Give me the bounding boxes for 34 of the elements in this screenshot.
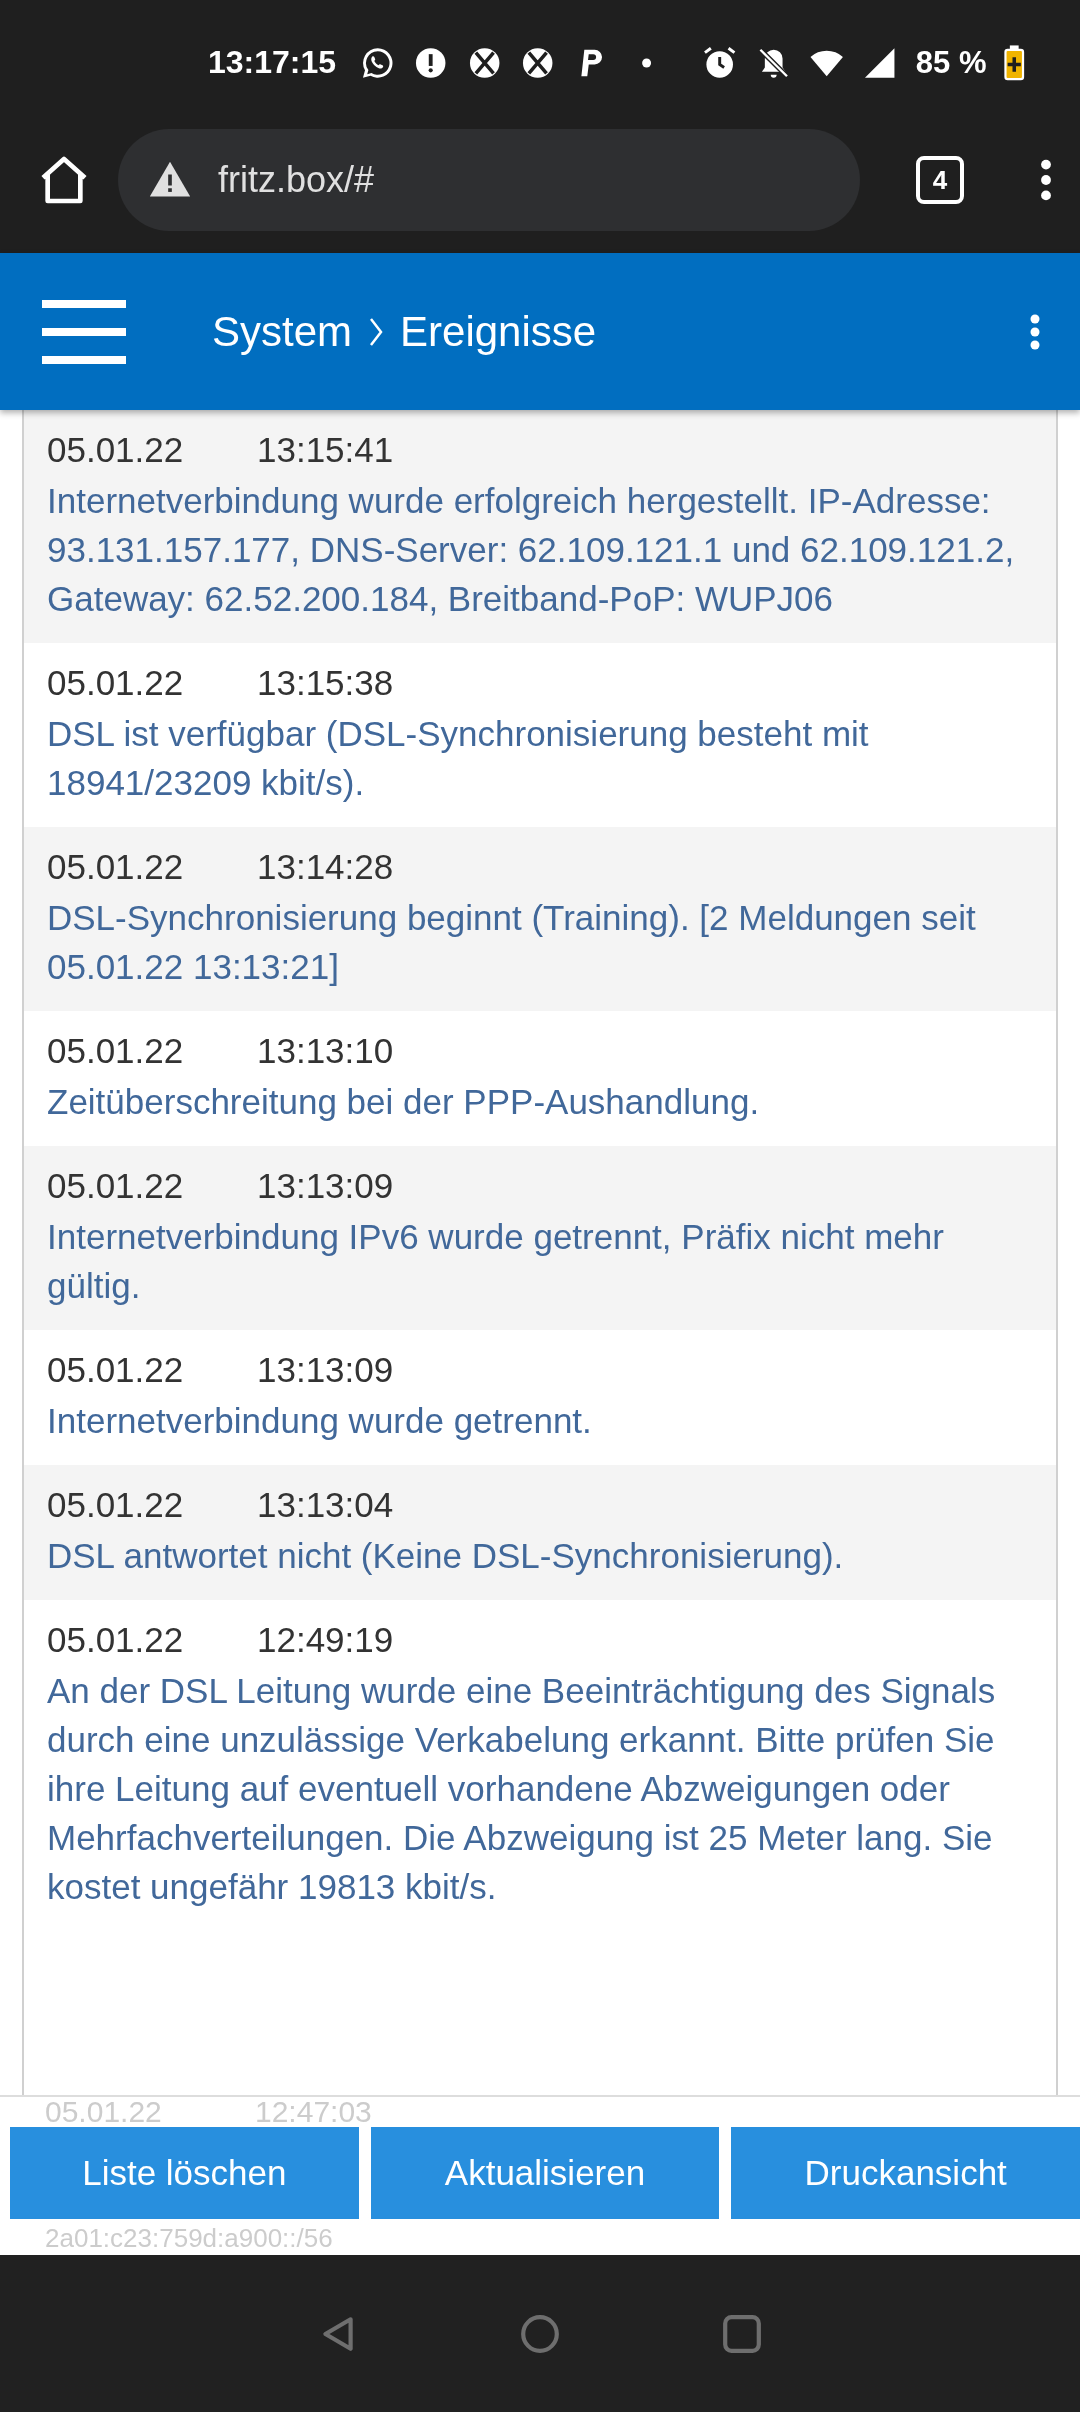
- event-date: 05.01.22: [47, 1484, 185, 1526]
- event-date: 05.01.22: [47, 662, 185, 704]
- event-date: 05.01.22: [47, 1165, 185, 1207]
- event-date: 05.01.22: [47, 429, 185, 471]
- status-time: 13:17:15: [208, 44, 337, 81]
- event-message: DSL antwortet nicht (Keine DSL-Synchronisierung).: [47, 1535, 845, 1577]
- tab-count-button[interactable]: 4: [916, 156, 964, 204]
- event-date: 05.01.22: [47, 1030, 185, 1072]
- address-bar[interactable]: fritz.box/#: [118, 129, 860, 231]
- event-date: 05.01.22: [47, 1349, 185, 1391]
- action-button[interactable]: Liste löschen: [10, 2127, 359, 2219]
- event-time: 13:15:38: [257, 663, 394, 702]
- event-time: 13:13:10: [257, 1031, 394, 1070]
- event-time: 13:13:09: [257, 1350, 394, 1389]
- event-time: 13:13:04: [257, 1485, 394, 1524]
- event-date: 05.01.22: [47, 1619, 185, 1661]
- event-date: 05.01.22: [47, 846, 185, 888]
- event-message: Internetverbindung wurde erfolgreich hergestellt. IP-Adresse: 93.131.157.177, DNS-Server: 62.109.121.1 und 62.109.121.2, Gateway: 62.52.200.184, Breitband-PoP: WUPJ06: [47, 480, 1016, 620]
- breadcrumb-item[interactable]: System: [212, 307, 353, 356]
- event-message: Internetverbindung IPv6 wurde getrennt, Präfix nicht mehr gültig.: [47, 1216, 945, 1307]
- battery-percent: 85 %: [915, 44, 987, 81]
- action-button[interactable]: Aktualisieren: [370, 2127, 720, 2219]
- event-message: Zeitüberschreitung bei der PPP-Aushandlung.: [47, 1081, 761, 1123]
- event-message: An der DSL Leitung wurde eine Beeinträchtigung des Signals durch eine unzulässige Verkabelung erkannt. Bitte prüfen Sie ihre Leitung auf eventuell vorhandene Abzweigungen oder Mehrfachverteilungen. Die Abzweigung ist 25 Meter lang. Sie kostet ungefähr 19813 kbit/s.: [47, 1670, 997, 1908]
- event-time: 13:15:41: [257, 430, 394, 469]
- event-message: DSL-Synchronisierung beginnt (Training). [2 Meldungen seit 05.01.22 13:13:21]: [47, 897, 977, 988]
- event-message: Internetverbindung wurde getrennt.: [47, 1400, 593, 1442]
- event-time: 13:14:28: [257, 847, 394, 886]
- action-button[interactable]: Druckansicht: [731, 2127, 1080, 2219]
- event-message: DSL ist verfügbar (DSL-Synchronisierung besteht mit 18941/23209 kbit/s).: [47, 713, 870, 804]
- event-time: 13:13:09: [257, 1166, 394, 1205]
- url-text: fritz.box/#: [218, 159, 375, 201]
- event-time: 12:49:19: [257, 1620, 394, 1659]
- breadcrumb-item[interactable]: Ereignisse: [400, 307, 597, 356]
